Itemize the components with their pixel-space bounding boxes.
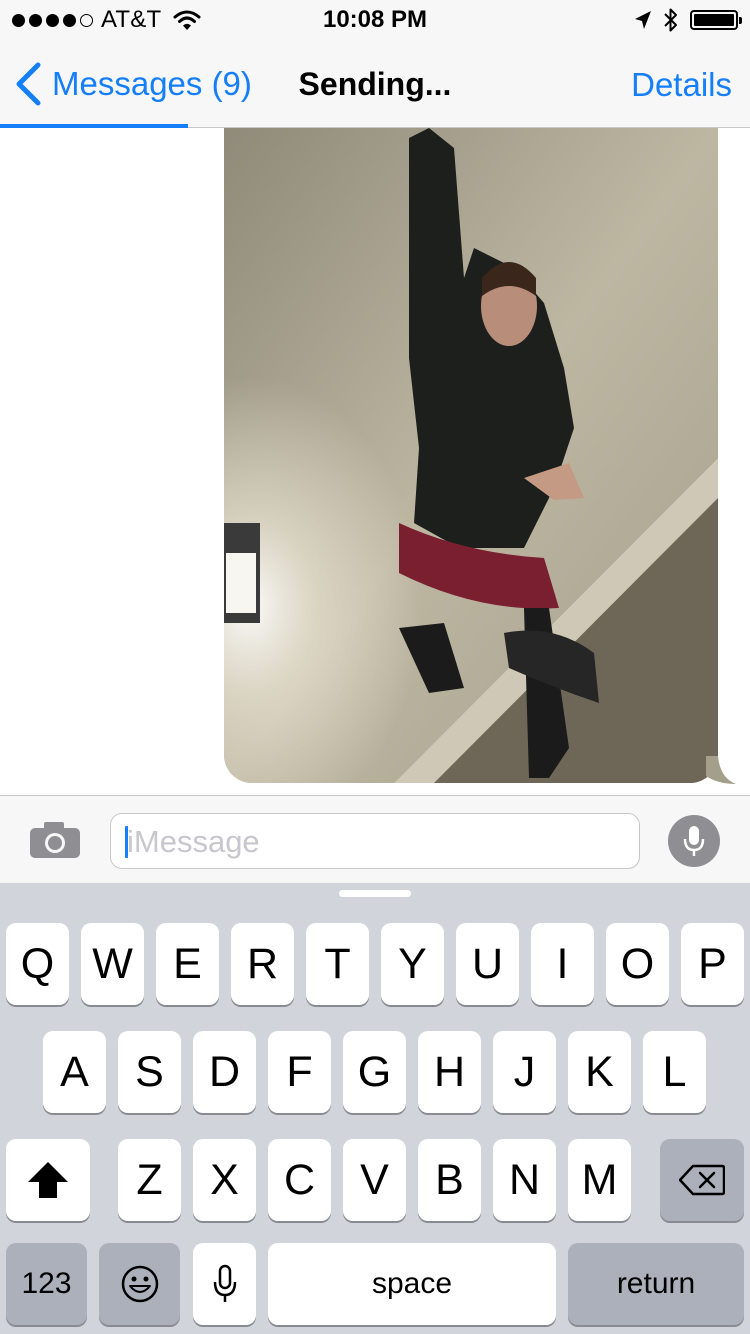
photo-message[interactable] xyxy=(224,128,718,783)
key-c[interactable]: C xyxy=(268,1139,331,1221)
key-o[interactable]: O xyxy=(606,923,669,1005)
key-r[interactable]: R xyxy=(231,923,294,1005)
details-button[interactable]: Details xyxy=(631,66,732,104)
keyboard: Q W E R T Y U I O P A S D F G H J K L Z … xyxy=(0,883,750,1334)
key-x[interactable]: X xyxy=(193,1139,256,1221)
key-w[interactable]: W xyxy=(81,923,144,1005)
numbers-key[interactable]: 123 xyxy=(6,1243,87,1325)
key-e[interactable]: E xyxy=(156,923,219,1005)
chevron-left-icon xyxy=(16,62,41,106)
key-v[interactable]: V xyxy=(343,1139,406,1221)
key-t[interactable]: T xyxy=(306,923,369,1005)
key-d[interactable]: D xyxy=(193,1031,256,1113)
imessage-text-field[interactable]: iMessage xyxy=(110,813,640,869)
return-key[interactable]: return xyxy=(568,1243,744,1325)
conversation-area[interactable] xyxy=(0,128,750,795)
microphone-icon xyxy=(213,1264,236,1302)
key-y[interactable]: Y xyxy=(381,923,444,1005)
bubble-tail xyxy=(706,756,736,784)
bluetooth-icon xyxy=(664,8,677,32)
emoji-smiley-icon xyxy=(121,1265,158,1303)
key-f[interactable]: F xyxy=(268,1031,331,1113)
key-m[interactable]: M xyxy=(568,1139,631,1221)
imessage-placeholder: iMessage xyxy=(127,824,260,859)
battery-fill xyxy=(694,14,734,26)
back-button[interactable]: Messages (9) xyxy=(14,62,252,106)
key-q[interactable]: Q xyxy=(6,923,69,1005)
emoji-key[interactable] xyxy=(99,1243,180,1325)
key-s[interactable]: S xyxy=(118,1031,181,1113)
space-key[interactable]: space xyxy=(268,1243,556,1325)
dictation-button[interactable] xyxy=(668,815,720,867)
key-i[interactable]: I xyxy=(531,923,594,1005)
shift-key[interactable] xyxy=(6,1139,90,1221)
key-l[interactable]: L xyxy=(643,1031,706,1113)
dictation-key[interactable] xyxy=(193,1243,256,1325)
photo-attachment-image xyxy=(224,128,718,783)
key-g[interactable]: G xyxy=(343,1031,406,1113)
key-b[interactable]: B xyxy=(418,1139,481,1221)
keyboard-grabber[interactable] xyxy=(339,890,411,897)
status-bar: AT&T 10:08 PM xyxy=(0,0,750,40)
key-z[interactable]: Z xyxy=(118,1139,181,1221)
key-h[interactable]: H xyxy=(418,1031,481,1113)
shift-arrow-icon xyxy=(28,1162,68,1198)
navigation-bar: Messages (9) Sending... Details xyxy=(0,40,750,128)
camera-icon[interactable] xyxy=(28,820,82,860)
key-p[interactable]: P xyxy=(681,923,744,1005)
key-k[interactable]: K xyxy=(568,1031,631,1113)
battery-icon xyxy=(690,10,742,30)
status-right xyxy=(634,6,742,34)
key-u[interactable]: U xyxy=(456,923,519,1005)
battery-nub xyxy=(739,17,742,24)
backspace-icon xyxy=(679,1164,725,1196)
microphone-icon xyxy=(683,826,705,856)
message-input-bar: iMessage xyxy=(0,795,750,883)
location-arrow-icon xyxy=(635,11,651,29)
key-a[interactable]: A xyxy=(43,1031,106,1113)
key-j[interactable]: J xyxy=(493,1031,556,1113)
key-n[interactable]: N xyxy=(493,1139,556,1221)
delete-key[interactable] xyxy=(660,1139,744,1221)
back-label: Messages (9) xyxy=(52,65,252,102)
